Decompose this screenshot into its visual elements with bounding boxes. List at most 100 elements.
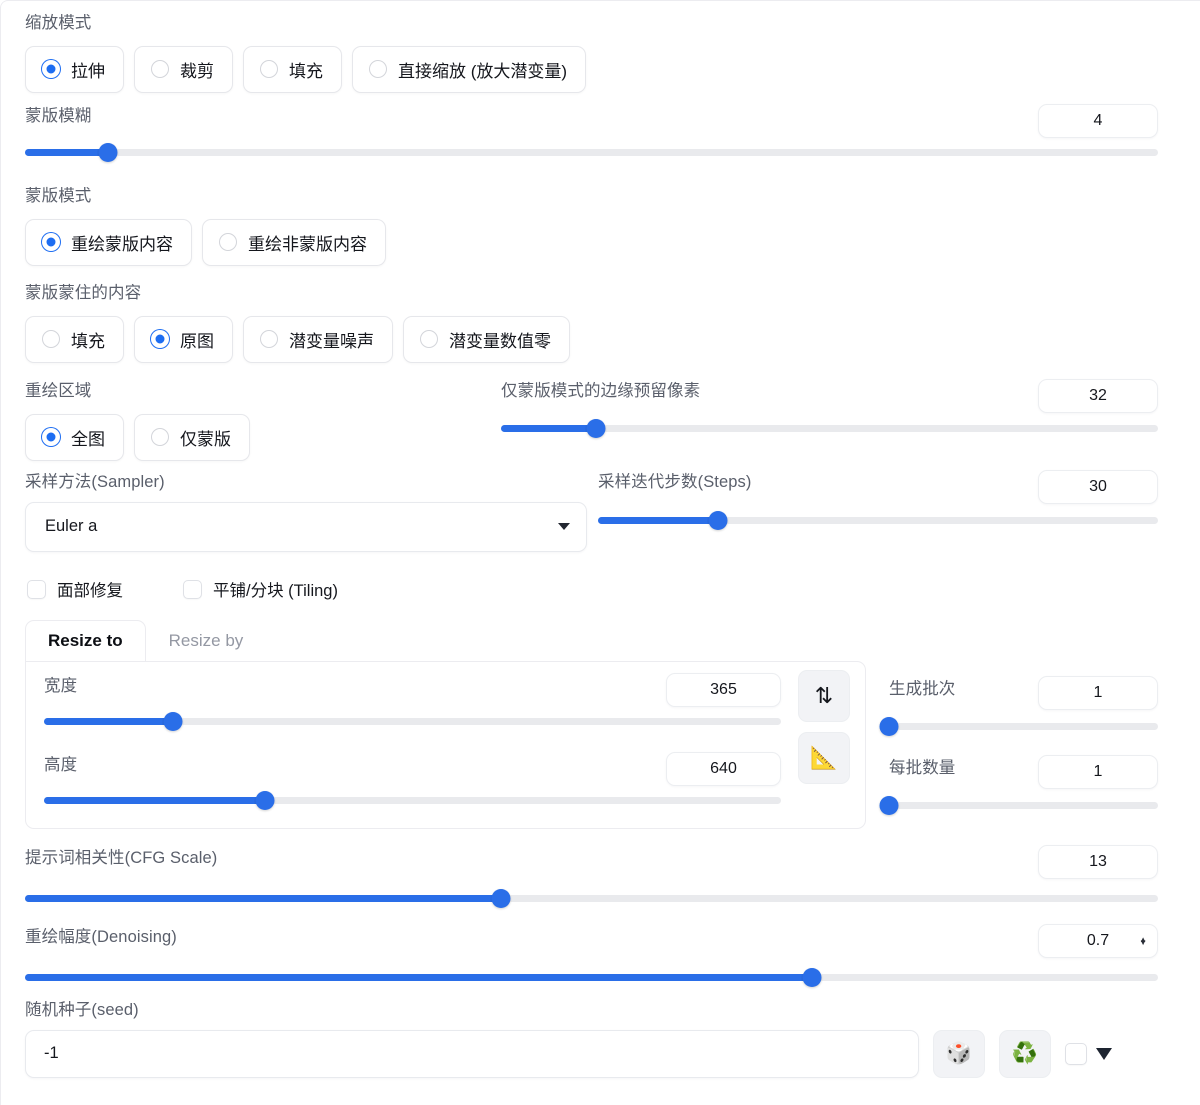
steps-value-box[interactable]: 30 (1038, 470, 1158, 504)
masked-content-label: 蒙版蒙住的内容 (25, 284, 142, 302)
batch-size-slider[interactable] (879, 796, 1158, 816)
img2img-settings-panel: 缩放模式 拉伸 裁剪 填充 直接缩放 (放大潜变量) 蒙版模糊 4 蒙版模式 重… (0, 0, 1200, 1105)
mask-blur-slider[interactable] (25, 143, 1158, 163)
mask-blur-value-box[interactable]: 4 (1038, 104, 1158, 138)
slider-thumb[interactable] (879, 717, 899, 737)
reuse-seed-button[interactable]: ♻️ (999, 1029, 1051, 1078)
batch-count-section: 生成批次 1 (879, 676, 1158, 737)
batch-size-value-box[interactable]: 1 (1038, 755, 1158, 789)
dice-icon: 🎲 (945, 1041, 973, 1065)
extra-seed-checkbox[interactable] (1065, 1042, 1087, 1065)
slider-fill (25, 974, 813, 982)
slider-thumb[interactable] (708, 511, 728, 531)
steps-value: 30 (1089, 478, 1107, 495)
batch-count-value-box[interactable]: 1 (1038, 676, 1158, 710)
width-value-box[interactable]: 365 (666, 673, 781, 707)
steps-slider[interactable] (598, 511, 1158, 531)
mask-blur-label: 蒙版模糊 (25, 107, 92, 125)
slider-fill (25, 149, 108, 157)
batch-size-value: 1 (1093, 763, 1103, 780)
inpaint-area-radio-group[interactable]: 全图 仅蒙版 (25, 413, 495, 461)
mask-mode-section: 蒙版模式 重绘蒙版内容 重绘非蒙版内容 (1, 186, 1200, 266)
masked-content-radio-group[interactable]: 填充 原图 潜变量噪声 潜变量数值零 (25, 315, 1177, 363)
batch-count-slider[interactable] (879, 717, 1158, 737)
masked-content-option-latent-noise[interactable]: 潜变量噪声 (243, 315, 393, 363)
slider-thumb[interactable] (802, 968, 822, 988)
slider-thumb[interactable] (255, 791, 275, 811)
slider-thumb[interactable] (586, 419, 606, 439)
only-masked-padding-section: 仅蒙版模式的边缘预留像素 32 (501, 379, 1158, 439)
recycle-icon: ♻️ (1011, 1041, 1039, 1065)
radio-label: 原图 (180, 331, 214, 351)
slider-thumb[interactable] (163, 712, 183, 732)
mask-blur-section: 蒙版模糊 4 (25, 104, 1158, 163)
resize-mode-option-stretch[interactable]: 拉伸 (25, 45, 124, 93)
chevron-down-icon[interactable] (1096, 1047, 1112, 1060)
height-slider[interactable] (44, 791, 781, 811)
mask-mode-option-inpaint-not-masked[interactable]: 重绘非蒙版内容 (202, 218, 386, 266)
radio-indicator (151, 428, 169, 447)
mask-mode-radio-group[interactable]: 重绘蒙版内容 重绘非蒙版内容 (25, 218, 1177, 266)
inpaint-area-option-whole-picture[interactable]: 全图 (25, 413, 124, 461)
slider-thumb[interactable] (98, 143, 118, 163)
calc-ratio-button[interactable]: 📐 (798, 732, 850, 784)
radio-label: 重绘蒙版内容 (71, 234, 173, 254)
swap-vertical-arrows-icon: ⇅ (814, 683, 834, 708)
denoising-value: 0.7 (1086, 932, 1110, 949)
seed-label: 随机种子(seed) (25, 1001, 139, 1019)
height-section: 高度 640 (44, 752, 781, 811)
swap-dimensions-button[interactable]: ⇅ (798, 670, 850, 722)
radio-label: 潜变量噪声 (289, 331, 374, 351)
tab-resize-to[interactable]: Resize to (25, 620, 146, 662)
resize-mode-option-latent-upscale[interactable]: 直接缩放 (放大潜变量) (352, 45, 587, 93)
seed-row: -1 🎲 ♻️ (25, 1029, 1158, 1078)
mask-blur-value: 4 (1093, 112, 1103, 129)
cfg-scale-slider[interactable] (25, 889, 1158, 909)
slider-fill (44, 797, 266, 805)
resize-tabs-section: Resize to Resize by 宽度 365 高度 640 ⇅ 📐 (25, 619, 866, 829)
slider-thumb[interactable] (879, 796, 899, 816)
radio-label: 填充 (289, 61, 323, 81)
mask-mode-option-inpaint-masked[interactable]: 重绘蒙版内容 (25, 218, 192, 266)
inpaint-area-section: 重绘区域 全图 仅蒙版 (25, 381, 495, 461)
radio-label: 直接缩放 (放大潜变量) (398, 61, 568, 81)
denoising-slider[interactable] (25, 968, 1158, 988)
width-value: 365 (710, 681, 737, 698)
checkbox-indicator[interactable] (183, 579, 202, 599)
radio-indicator (42, 233, 60, 252)
radio-label: 重绘非蒙版内容 (248, 234, 367, 254)
radio-label: 潜变量数值零 (449, 331, 551, 351)
masked-content-option-original[interactable]: 原图 (134, 315, 233, 363)
tiling-checkbox[interactable]: 平铺/分块 (Tiling) (183, 577, 338, 601)
seed-input[interactable]: -1 (25, 1029, 919, 1078)
radio-indicator (260, 60, 278, 79)
only-masked-padding-slider[interactable] (501, 419, 1158, 439)
width-slider[interactable] (44, 712, 781, 732)
cfg-scale-value: 13 (1089, 853, 1107, 870)
radio-label: 全图 (71, 429, 105, 449)
only-masked-padding-value-box[interactable]: 32 (1038, 379, 1158, 413)
resize-mode-option-crop[interactable]: 裁剪 (134, 45, 233, 93)
triangle-ruler-icon: 📐 (810, 745, 838, 770)
inpaint-area-option-only-masked[interactable]: 仅蒙版 (134, 413, 250, 461)
resize-mode-option-fill[interactable]: 填充 (243, 45, 342, 93)
masked-content-option-fill[interactable]: 填充 (25, 315, 124, 363)
restore-faces-checkbox[interactable]: 面部修复 (27, 577, 123, 601)
radio-indicator (369, 60, 387, 79)
checkbox-indicator[interactable] (27, 579, 46, 599)
masked-content-option-latent-nothing[interactable]: 潜变量数值零 (403, 315, 570, 363)
radio-indicator (219, 233, 237, 252)
tab-resize-by[interactable]: Resize by (146, 620, 267, 662)
inpaint-area-label: 重绘区域 (25, 382, 92, 400)
slider-thumb[interactable] (491, 889, 511, 909)
cfg-scale-value-box[interactable]: 13 (1038, 845, 1158, 879)
denoising-value-box[interactable]: 0.7 ▲ ▼ (1038, 924, 1158, 958)
slider-fill (44, 718, 173, 726)
resize-mode-radio-group[interactable]: 拉伸 裁剪 填充 直接缩放 (放大潜变量) (25, 45, 1177, 93)
radio-indicator (42, 60, 60, 79)
random-seed-button[interactable]: 🎲 (933, 1029, 985, 1078)
denoising-stepper[interactable]: ▲ ▼ (1139, 935, 1147, 946)
steps-section: 采样迭代步数(Steps) 30 (598, 470, 1158, 531)
height-value-box[interactable]: 640 (666, 752, 781, 786)
sampler-dropdown[interactable]: Euler a (25, 501, 587, 552)
